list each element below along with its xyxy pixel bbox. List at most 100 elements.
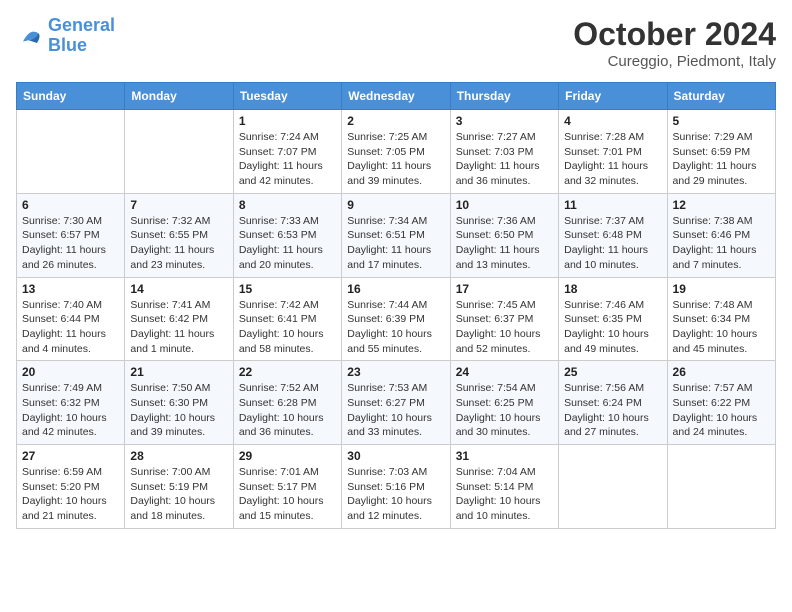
calendar-header-row: SundayMondayTuesdayWednesdayThursdayFrid… <box>17 83 776 110</box>
logo-icon <box>16 22 44 50</box>
calendar-day-19: 19 Sunrise: 7:48 AM Sunset: 6:34 PM Dayli… <box>667 277 775 361</box>
calendar-day-11: 11 Sunrise: 7:37 AM Sunset: 6:48 PM Dayli… <box>559 193 667 277</box>
calendar-day-25: 25 Sunrise: 7:56 AM Sunset: 6:24 PM Dayli… <box>559 361 667 445</box>
day-info: Sunrise: 7:53 AM Sunset: 6:27 PM Dayligh… <box>347 381 444 440</box>
calendar-day-10: 10Sunrise: 7:36 AM Sunset: 6:50 PM Dayli… <box>450 193 558 277</box>
day-number: 9 <box>347 198 444 212</box>
day-number: 8 <box>239 198 336 212</box>
day-number: 7 <box>130 198 227 212</box>
day-info: Sunrise: 7:37 AM Sunset: 6:48 PM Dayligh… <box>564 214 661 273</box>
day-number: 29 <box>239 449 336 463</box>
day-number: 25 <box>564 365 661 379</box>
day-info: Sunrise: 6:59 AM Sunset: 5:20 PM Dayligh… <box>22 465 119 524</box>
logo-text: General Blue <box>48 16 115 56</box>
day-info: Sunrise: 7:27 AM Sunset: 7:03 PM Dayligh… <box>456 130 553 189</box>
day-info: Sunrise: 7:24 AM Sunset: 7:07 PM Dayligh… <box>239 130 336 189</box>
calendar-day-1: 1Sunrise: 7:24 AM Sunset: 7:07 PM Daylig… <box>233 110 341 194</box>
day-number: 24 <box>456 365 553 379</box>
day-number: 18 <box>564 282 661 296</box>
day-number: 26 <box>673 365 770 379</box>
day-info: Sunrise: 7:48 AM Sunset: 6:34 PM Dayligh… <box>673 298 770 357</box>
empty-cell <box>667 445 775 529</box>
calendar-day-26: 26 Sunrise: 7:57 AM Sunset: 6:22 PM Dayli… <box>667 361 775 445</box>
calendar-week-3: 13Sunrise: 7:40 AM Sunset: 6:44 PM Dayli… <box>17 277 776 361</box>
day-of-week-thursday: Thursday <box>450 83 558 110</box>
day-info: Sunrise: 7:25 AM Sunset: 7:05 PM Dayligh… <box>347 130 444 189</box>
day-info: Sunrise: 7:30 AM Sunset: 6:57 PM Dayligh… <box>22 214 119 273</box>
day-number: 4 <box>564 114 661 128</box>
empty-cell <box>17 110 125 194</box>
day-info: Sunrise: 7:44 AM Sunset: 6:39 PM Dayligh… <box>347 298 444 357</box>
day-number: 12 <box>673 198 770 212</box>
calendar-day-22: 22 Sunrise: 7:52 AM Sunset: 6:28 PM Dayli… <box>233 361 341 445</box>
day-of-week-wednesday: Wednesday <box>342 83 450 110</box>
day-of-week-monday: Monday <box>125 83 233 110</box>
day-info: Sunrise: 7:01 AM Sunset: 5:17 PM Dayligh… <box>239 465 336 524</box>
day-number: 11 <box>564 198 661 212</box>
day-number: 16 <box>347 282 444 296</box>
day-info: Sunrise: 7:52 AM Sunset: 6:28 PM Dayligh… <box>239 381 336 440</box>
day-number: 15 <box>239 282 336 296</box>
day-number: 3 <box>456 114 553 128</box>
day-info: Sunrise: 7:04 AM Sunset: 5:14 PM Dayligh… <box>456 465 553 524</box>
calendar-day-18: 18 Sunrise: 7:46 AM Sunset: 6:35 PM Dayli… <box>559 277 667 361</box>
day-info: Sunrise: 7:33 AM Sunset: 6:53 PM Dayligh… <box>239 214 336 273</box>
day-number: 22 <box>239 365 336 379</box>
day-number: 23 <box>347 365 444 379</box>
calendar-day-2: 2 Sunrise: 7:25 AM Sunset: 7:05 PM Daylig… <box>342 110 450 194</box>
calendar-day-13: 13Sunrise: 7:40 AM Sunset: 6:44 PM Dayli… <box>17 277 125 361</box>
day-info: Sunrise: 7:57 AM Sunset: 6:22 PM Dayligh… <box>673 381 770 440</box>
day-info: Sunrise: 7:54 AM Sunset: 6:25 PM Dayligh… <box>456 381 553 440</box>
day-number: 17 <box>456 282 553 296</box>
day-info: Sunrise: 7:41 AM Sunset: 6:42 PM Dayligh… <box>130 298 227 357</box>
calendar-day-30: 30 Sunrise: 7:03 AM Sunset: 5:16 PM Dayli… <box>342 445 450 529</box>
calendar-week-5: 27 Sunrise: 6:59 AM Sunset: 5:20 PM Dayli… <box>17 445 776 529</box>
day-number: 13 <box>22 282 119 296</box>
location: Cureggio, Piedmont, Italy <box>573 53 776 70</box>
day-number: 19 <box>673 282 770 296</box>
day-info: Sunrise: 7:32 AM Sunset: 6:55 PM Dayligh… <box>130 214 227 273</box>
day-info: Sunrise: 7:45 AM Sunset: 6:37 PM Dayligh… <box>456 298 553 357</box>
calendar-day-16: 16 Sunrise: 7:44 AM Sunset: 6:39 PM Dayli… <box>342 277 450 361</box>
calendar-day-17: 17 Sunrise: 7:45 AM Sunset: 6:37 PM Dayli… <box>450 277 558 361</box>
calendar-day-23: 23 Sunrise: 7:53 AM Sunset: 6:27 PM Dayli… <box>342 361 450 445</box>
day-info: Sunrise: 7:36 AM Sunset: 6:50 PM Dayligh… <box>456 214 553 273</box>
day-number: 21 <box>130 365 227 379</box>
day-info: Sunrise: 7:28 AM Sunset: 7:01 PM Dayligh… <box>564 130 661 189</box>
calendar-day-24: 24 Sunrise: 7:54 AM Sunset: 6:25 PM Dayli… <box>450 361 558 445</box>
empty-cell <box>559 445 667 529</box>
day-number: 14 <box>130 282 227 296</box>
calendar-day-3: 3 Sunrise: 7:27 AM Sunset: 7:03 PM Daylig… <box>450 110 558 194</box>
day-of-week-friday: Friday <box>559 83 667 110</box>
calendar-week-1: 1Sunrise: 7:24 AM Sunset: 7:07 PM Daylig… <box>17 110 776 194</box>
title-block: October 2024 Cureggio, Piedmont, Italy <box>573 16 776 70</box>
day-info: Sunrise: 7:46 AM Sunset: 6:35 PM Dayligh… <box>564 298 661 357</box>
day-of-week-sunday: Sunday <box>17 83 125 110</box>
day-info: Sunrise: 7:03 AM Sunset: 5:16 PM Dayligh… <box>347 465 444 524</box>
calendar-day-31: 31Sunrise: 7:04 AM Sunset: 5:14 PM Dayli… <box>450 445 558 529</box>
day-of-week-tuesday: Tuesday <box>233 83 341 110</box>
calendar-day-9: 9Sunrise: 7:34 AM Sunset: 6:51 PM Daylig… <box>342 193 450 277</box>
calendar-day-27: 27 Sunrise: 6:59 AM Sunset: 5:20 PM Dayli… <box>17 445 125 529</box>
calendar-day-5: 5Sunrise: 7:29 AM Sunset: 6:59 PM Daylig… <box>667 110 775 194</box>
day-number: 6 <box>22 198 119 212</box>
calendar-day-7: 7 Sunrise: 7:32 AM Sunset: 6:55 PM Daylig… <box>125 193 233 277</box>
calendar-day-8: 8 Sunrise: 7:33 AM Sunset: 6:53 PM Daylig… <box>233 193 341 277</box>
day-info: Sunrise: 7:29 AM Sunset: 6:59 PM Dayligh… <box>673 130 770 189</box>
calendar-week-2: 6 Sunrise: 7:30 AM Sunset: 6:57 PM Daylig… <box>17 193 776 277</box>
calendar-day-28: 28Sunrise: 7:00 AM Sunset: 5:19 PM Dayli… <box>125 445 233 529</box>
logo: General Blue <box>16 16 115 56</box>
day-number: 30 <box>347 449 444 463</box>
day-number: 2 <box>347 114 444 128</box>
month-year: October 2024 <box>573 16 776 53</box>
day-info: Sunrise: 7:56 AM Sunset: 6:24 PM Dayligh… <box>564 381 661 440</box>
calendar-table: SundayMondayTuesdayWednesdayThursdayFrid… <box>16 82 776 529</box>
calendar-day-20: 20Sunrise: 7:49 AM Sunset: 6:32 PM Dayli… <box>17 361 125 445</box>
day-of-week-saturday: Saturday <box>667 83 775 110</box>
day-number: 28 <box>130 449 227 463</box>
empty-cell <box>125 110 233 194</box>
day-number: 27 <box>22 449 119 463</box>
calendar-day-12: 12Sunrise: 7:38 AM Sunset: 6:46 PM Dayli… <box>667 193 775 277</box>
calendar-day-21: 21Sunrise: 7:50 AM Sunset: 6:30 PM Dayli… <box>125 361 233 445</box>
day-info: Sunrise: 7:42 AM Sunset: 6:41 PM Dayligh… <box>239 298 336 357</box>
